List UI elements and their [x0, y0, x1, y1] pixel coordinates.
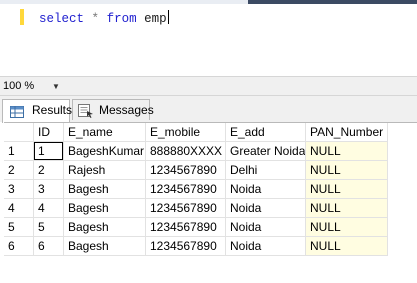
grid-cell[interactable]: Noida [226, 218, 306, 237]
sql-star: * [91, 12, 100, 26]
results-tabstrip: Results Messages [0, 96, 417, 123]
grid-cell[interactable]: Bagesh [64, 218, 146, 237]
sql-keyword-from: from [106, 12, 137, 26]
zoom-select[interactable]: 100 % ▼ [3, 79, 60, 94]
grid-cell[interactable]: NULL [306, 199, 388, 218]
sql-keyword-select: select [39, 12, 85, 26]
grid-cell[interactable]: Noida [226, 237, 306, 256]
grid-cell[interactable]: Noida [226, 199, 306, 218]
grid-cell[interactable]: NULL [306, 180, 388, 199]
row-header[interactable]: 4 [4, 199, 34, 218]
grid-cell[interactable]: Noida [226, 180, 306, 199]
grid-cell[interactable]: 1 [34, 142, 64, 161]
grid-cell[interactable]: Bagesh [64, 199, 146, 218]
grid-cell[interactable]: 1234567890 [146, 237, 226, 256]
grid-cell[interactable]: 1234567890 [146, 161, 226, 180]
grid-cell[interactable]: 1234567890 [146, 218, 226, 237]
tab-results-label: Results [32, 103, 73, 117]
column-header[interactable]: E_add [226, 123, 306, 142]
results-grid[interactable]: ID E_name E_mobile E_add PAN_Number 1 1 BageshK… [4, 122, 417, 283]
grid-cell[interactable]: NULL [306, 237, 388, 256]
grid-cell[interactable]: 4 [34, 199, 64, 218]
grid-cell[interactable]: NULL [306, 218, 388, 237]
grid-cell[interactable]: Rajesh [64, 161, 146, 180]
row-header[interactable]: 2 [4, 161, 34, 180]
grid-cell[interactable]: 2 [34, 161, 64, 180]
grid-icon [10, 104, 24, 118]
sql-code-line[interactable]: select * from emp [39, 10, 169, 27]
chevron-down-icon[interactable]: ▼ [52, 79, 60, 94]
row-header[interactable]: 6 [4, 237, 34, 256]
tab-messages-label: Messages [99, 103, 154, 117]
grid-cell[interactable]: NULL [306, 142, 388, 161]
row-header[interactable]: 3 [4, 180, 34, 199]
query-editor[interactable]: select * from emp [0, 0, 417, 76]
column-header[interactable]: PAN_Number [306, 123, 388, 142]
row-header[interactable]: 1 [4, 142, 34, 161]
grid-cell[interactable]: 888880XXXX [146, 142, 226, 161]
grid-cell[interactable]: 5 [34, 218, 64, 237]
grid-cell[interactable]: BageshKumar [64, 142, 146, 161]
grid-cell[interactable]: 1234567890 [146, 199, 226, 218]
changed-line-marker [20, 9, 24, 25]
grid-cell[interactable]: NULL [306, 161, 388, 180]
grid-cell[interactable]: Greater Noida [226, 142, 306, 161]
row-header[interactable]: 5 [4, 218, 34, 237]
grid-corner[interactable] [4, 123, 34, 142]
zoom-bar: 100 % ▼ [0, 76, 417, 96]
editor-tabstrip [0, 0, 417, 4]
messages-icon [78, 104, 93, 118]
sql-table-name: emp [144, 12, 167, 26]
grid-cell[interactable]: 6 [34, 237, 64, 256]
tab-messages[interactable]: Messages [72, 99, 154, 120]
grid-cell[interactable]: Bagesh [64, 237, 146, 256]
column-header[interactable]: E_name [64, 123, 146, 142]
zoom-value: 100 % [3, 80, 35, 92]
grid-cell[interactable]: Delhi [226, 161, 306, 180]
tab-results[interactable]: Results [2, 99, 73, 123]
grid-cell[interactable]: 3 [34, 180, 64, 199]
grid-cell[interactable]: 1234567890 [146, 180, 226, 199]
column-header[interactable]: E_mobile [146, 123, 226, 142]
grid-cell[interactable]: Bagesh [64, 180, 146, 199]
text-caret [167, 10, 169, 24]
column-header[interactable]: ID [34, 123, 64, 142]
